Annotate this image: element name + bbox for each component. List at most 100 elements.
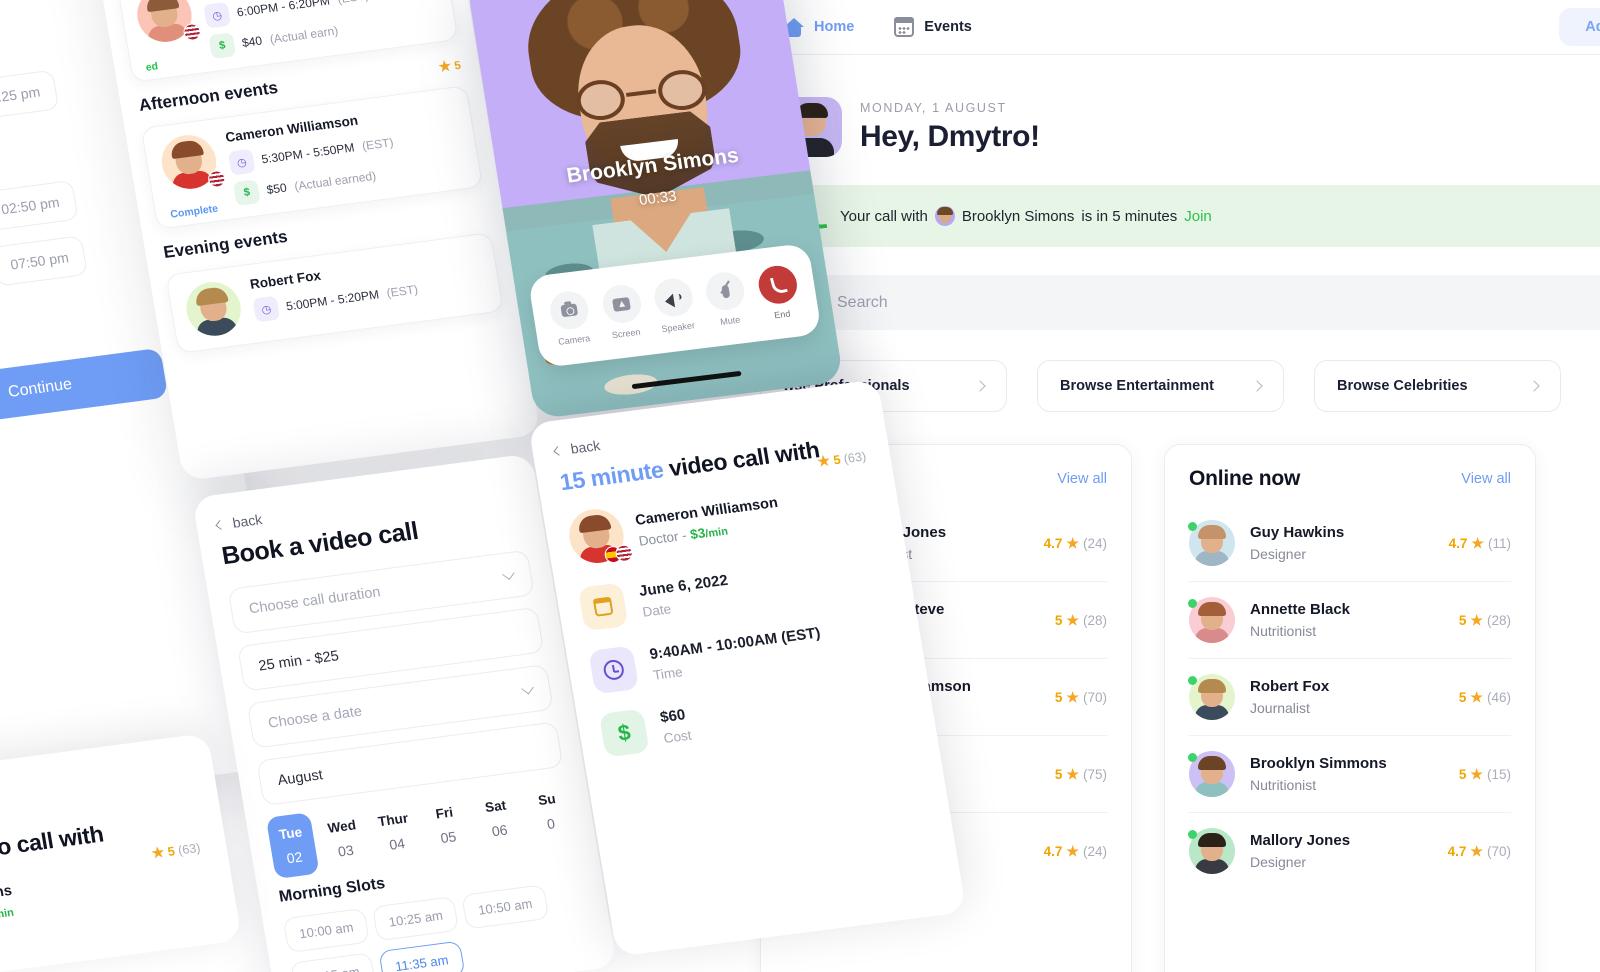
time-slot[interactable]: 02:50 pm <box>0 180 79 232</box>
list-item[interactable]: Guy Hawkins Designer 4.7 ★ (11) <box>1188 505 1511 581</box>
back-label: back <box>231 511 264 531</box>
nav-item-home[interactable]: Home <box>784 17 854 37</box>
day-number: 0 <box>545 815 557 833</box>
star-icon: ★ <box>1066 842 1079 859</box>
avatar <box>182 278 245 340</box>
person-rating: 5 ★ (46) <box>1459 689 1511 706</box>
detail-rating-value: 5 <box>832 452 842 468</box>
continue-button[interactable]: Continue <box>0 347 169 430</box>
person-rating: 4.7 ★ (70) <box>1448 843 1511 860</box>
rating-value: 4.7 <box>1043 535 1063 551</box>
person-name: Brooklyn Simmons <box>1250 755 1387 772</box>
banner-prefix: Your call with <box>840 207 928 225</box>
teaser-rating-count: (63) <box>177 840 202 858</box>
rating-value: 4.7 <box>1043 843 1063 859</box>
morning-slot-option[interactable]: 10:00 am <box>282 907 370 954</box>
online-now-card: Online now View all Guy Hawkins Designer 4… <box>1164 444 1536 972</box>
rating-value: 4.7 <box>1447 843 1467 859</box>
app-canvas: Home Events Add Ca MONDAY, 1 AUGUST Hey,… <box>0 0 1600 972</box>
mute-label: Mute <box>719 314 741 327</box>
star-icon: ★ <box>1470 765 1483 782</box>
date-placeholder: Choose a date <box>266 703 364 732</box>
list-item[interactable]: Robert Fox Journalist 5 ★ (46) <box>1188 658 1511 735</box>
event-time: 5:00PM - 5:20PM <box>285 287 380 314</box>
book-day-option[interactable]: Wed 03 <box>317 805 371 872</box>
list-item[interactable]: Mallory Jones Designer 4.7 ★ (70) <box>1188 812 1511 889</box>
avatar <box>157 131 227 193</box>
detail-value: $60 <box>658 706 687 727</box>
chevron-right-icon <box>974 380 986 392</box>
event-amount-note: (Actual earn) <box>268 23 340 47</box>
star-icon: ★ <box>1066 611 1079 628</box>
mute-button[interactable]: Mute <box>703 270 750 328</box>
search-input[interactable]: Search <box>837 294 888 312</box>
book-day-option[interactable]: Fri 05 <box>420 792 474 859</box>
teaser-call-panel: ute video call with ★ 5 (63) Guy Hawkins… <box>0 732 243 972</box>
speaker-button[interactable]: Speaker <box>651 276 698 335</box>
star-icon: ★ <box>1470 688 1483 705</box>
list-item[interactable]: Brooklyn Simmons Nutritionist 5 ★ (15) <box>1188 735 1511 812</box>
join-call-link[interactable]: Join <box>1184 208 1212 225</box>
add-call-button[interactable]: Add Ca <box>1559 8 1600 46</box>
online-now-view-all[interactable]: View all <box>1461 471 1511 487</box>
rating-count: (11) <box>1487 535 1511 551</box>
clock-icon <box>588 645 640 695</box>
teaser-price-unit: /min <box>0 906 15 922</box>
list-item[interactable]: Annette Black Nutritionist 5 ★ (28) <box>1188 581 1511 658</box>
person-rating: 4.7 ★ (24) <box>1044 843 1107 860</box>
time-slot[interactable]: 07:50 pm <box>0 235 88 287</box>
person-role: Designer <box>1250 854 1307 870</box>
dollar-icon: $ <box>598 708 650 758</box>
browse-entertainment-button[interactable]: Browse Entertainment <box>1037 360 1284 412</box>
screen-share-icon <box>612 296 631 312</box>
person-rating: 5 ★ (75) <box>1055 766 1107 783</box>
chevron-down-icon <box>501 567 515 580</box>
online-status-dot <box>1188 522 1197 531</box>
speaker-label: Speaker <box>660 320 696 335</box>
person-rating: 4.7 ★ (24) <box>1044 535 1107 552</box>
day-name: Tue <box>277 824 304 843</box>
book-day-option[interactable]: Sat 06 <box>471 785 525 852</box>
teaser-rating-value: 5 <box>166 844 176 859</box>
morning-slot-option[interactable]: 10:25 am <box>372 895 460 942</box>
event-time: 6:00PM - 6:20PM <box>235 0 331 20</box>
person-name: Guy Hawkins <box>1250 524 1345 541</box>
morning-slot-option[interactable]: 11:15 am <box>290 952 377 972</box>
camera-label: Camera <box>557 333 591 347</box>
person-role: Designer <box>1250 546 1307 562</box>
day-name: Thur <box>376 810 410 830</box>
rating-value: 5 <box>1054 766 1063 782</box>
book-day-option[interactable]: Su 0 <box>522 778 576 845</box>
avatar <box>565 505 634 566</box>
nav-item-events[interactable]: Events <box>894 17 972 37</box>
morning-slot-option[interactable]: 11:35 am <box>378 940 465 972</box>
chevron-right-icon <box>1251 380 1263 392</box>
end-call-button[interactable]: End <box>755 263 802 322</box>
detail-rating-count: (63) <box>842 449 868 466</box>
book-day-option[interactable]: Tue 02 <box>265 812 320 880</box>
rating-count: (46) <box>1486 689 1511 705</box>
camera-button[interactable]: Camera <box>547 289 594 347</box>
search-bar[interactable]: Search <box>782 275 1600 330</box>
back-label: back <box>569 437 602 457</box>
country-flags <box>206 169 227 189</box>
day-name: Fri <box>434 804 455 822</box>
upcoming-call-banner: Your call with Brooklyn Simons is in 5 m… <box>782 185 1600 247</box>
screen-share-button[interactable]: Screen <box>599 282 646 341</box>
rating-count: (15) <box>1486 766 1511 782</box>
nav-events-label: Events <box>924 19 972 35</box>
rating-count: (75) <box>1082 766 1107 782</box>
browse-celebrities-button[interactable]: Browse Celebrities <box>1314 360 1561 412</box>
chevron-left-icon <box>553 445 564 456</box>
day-number: 05 <box>439 828 458 847</box>
time-slot[interactable]: :25 pm <box>0 69 60 119</box>
for-you-view-all[interactable]: View all <box>1057 471 1107 487</box>
microphone-icon <box>721 284 731 299</box>
avatar <box>1188 597 1235 643</box>
online-status-dot <box>1188 676 1197 685</box>
rating-count: (28) <box>1486 612 1511 628</box>
morning-slot-option[interactable]: 10:50 am <box>461 884 549 930</box>
banner-person: Brooklyn Simons <box>961 207 1075 225</box>
book-day-option[interactable]: Thur 04 <box>368 799 422 866</box>
section-label: Evening events <box>162 226 289 262</box>
